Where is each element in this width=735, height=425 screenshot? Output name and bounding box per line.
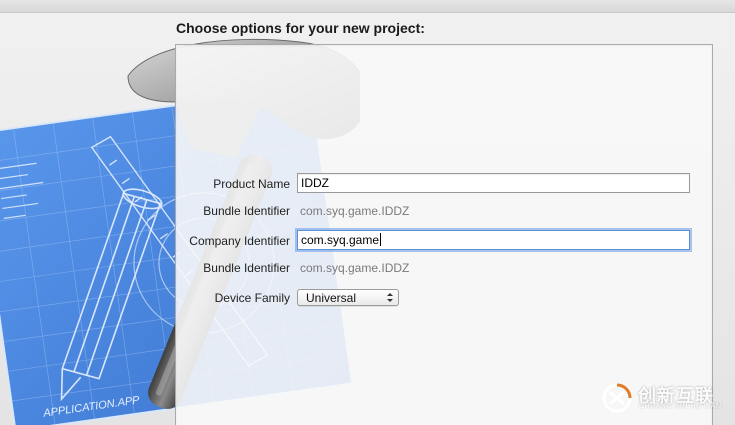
dialog-heading: Choose options for your new project: bbox=[176, 20, 425, 36]
product-name-value: IDDZ bbox=[301, 176, 329, 190]
product-name-label: Product Name bbox=[213, 177, 290, 191]
bundle-identifier-value-2: com.syq.game.IDDZ bbox=[300, 261, 410, 275]
company-identifier-value: com.syq.game bbox=[301, 233, 380, 247]
device-family-label: Device Family bbox=[214, 291, 290, 305]
company-identifier-label: Company Identifier bbox=[189, 234, 290, 248]
bundle-identifier-value: com.syq.game.IDDZ bbox=[300, 204, 410, 218]
up-down-arrows-icon bbox=[387, 293, 393, 302]
window-titlebar bbox=[0, 0, 735, 13]
text-caret bbox=[380, 233, 382, 246]
product-name-field[interactable]: IDDZ bbox=[297, 173, 690, 193]
watermark-subtext: CHUANG XIN HU LIAN bbox=[639, 403, 722, 410]
device-family-selected: Universal bbox=[306, 291, 357, 305]
bundle-identifier-label-2: Bundle Identifier bbox=[203, 261, 290, 275]
bundle-identifier-label: Bundle Identifier bbox=[203, 204, 290, 218]
device-family-popup[interactable]: Universal bbox=[297, 289, 399, 306]
watermark: 创新互联 CHUANG XIN HU LIAN bbox=[600, 379, 730, 415]
company-identifier-field[interactable]: com.syq.game bbox=[297, 230, 690, 250]
new-project-window: APPLICATION.APP Choose options for your … bbox=[0, 0, 735, 425]
chuangxin-logo-icon bbox=[602, 383, 632, 413]
